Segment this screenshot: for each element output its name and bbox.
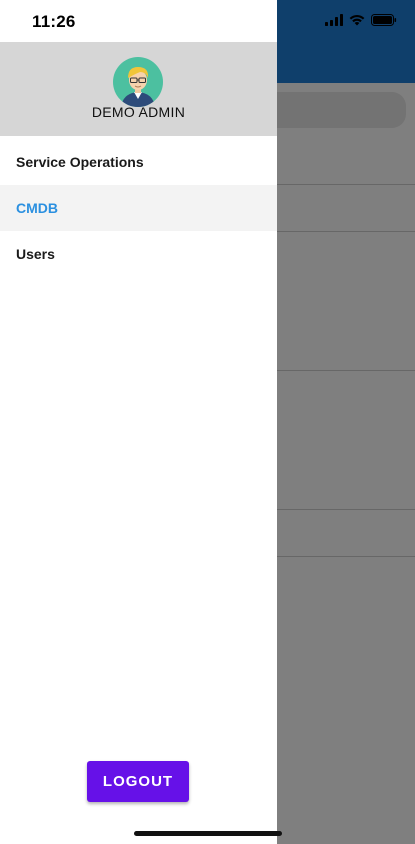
drawer-menu: Service Operations CMDB Users bbox=[0, 139, 277, 277]
signal-icon bbox=[325, 13, 343, 31]
status-icons bbox=[325, 13, 397, 31]
user-avatar-icon bbox=[113, 57, 163, 107]
battery-icon bbox=[371, 13, 397, 31]
wifi-icon bbox=[349, 13, 365, 31]
menu-item-cmdb[interactable]: CMDB bbox=[0, 185, 277, 231]
user-name: DEMO ADMIN bbox=[91, 104, 186, 120]
menu-item-service-operations[interactable]: Service Operations bbox=[0, 139, 277, 185]
profile-header: DEMO ADMIN bbox=[0, 42, 277, 136]
home-indicator[interactable] bbox=[134, 831, 282, 836]
logout-button[interactable]: LOGOUT bbox=[87, 761, 189, 802]
status-bar: 11:26 bbox=[0, 0, 277, 42]
status-time: 11:26 bbox=[32, 12, 76, 31]
menu-item-users[interactable]: Users bbox=[0, 231, 277, 277]
navigation-drawer: 11:26 DEMO ADMIN Service Operations CMDB… bbox=[0, 0, 277, 844]
